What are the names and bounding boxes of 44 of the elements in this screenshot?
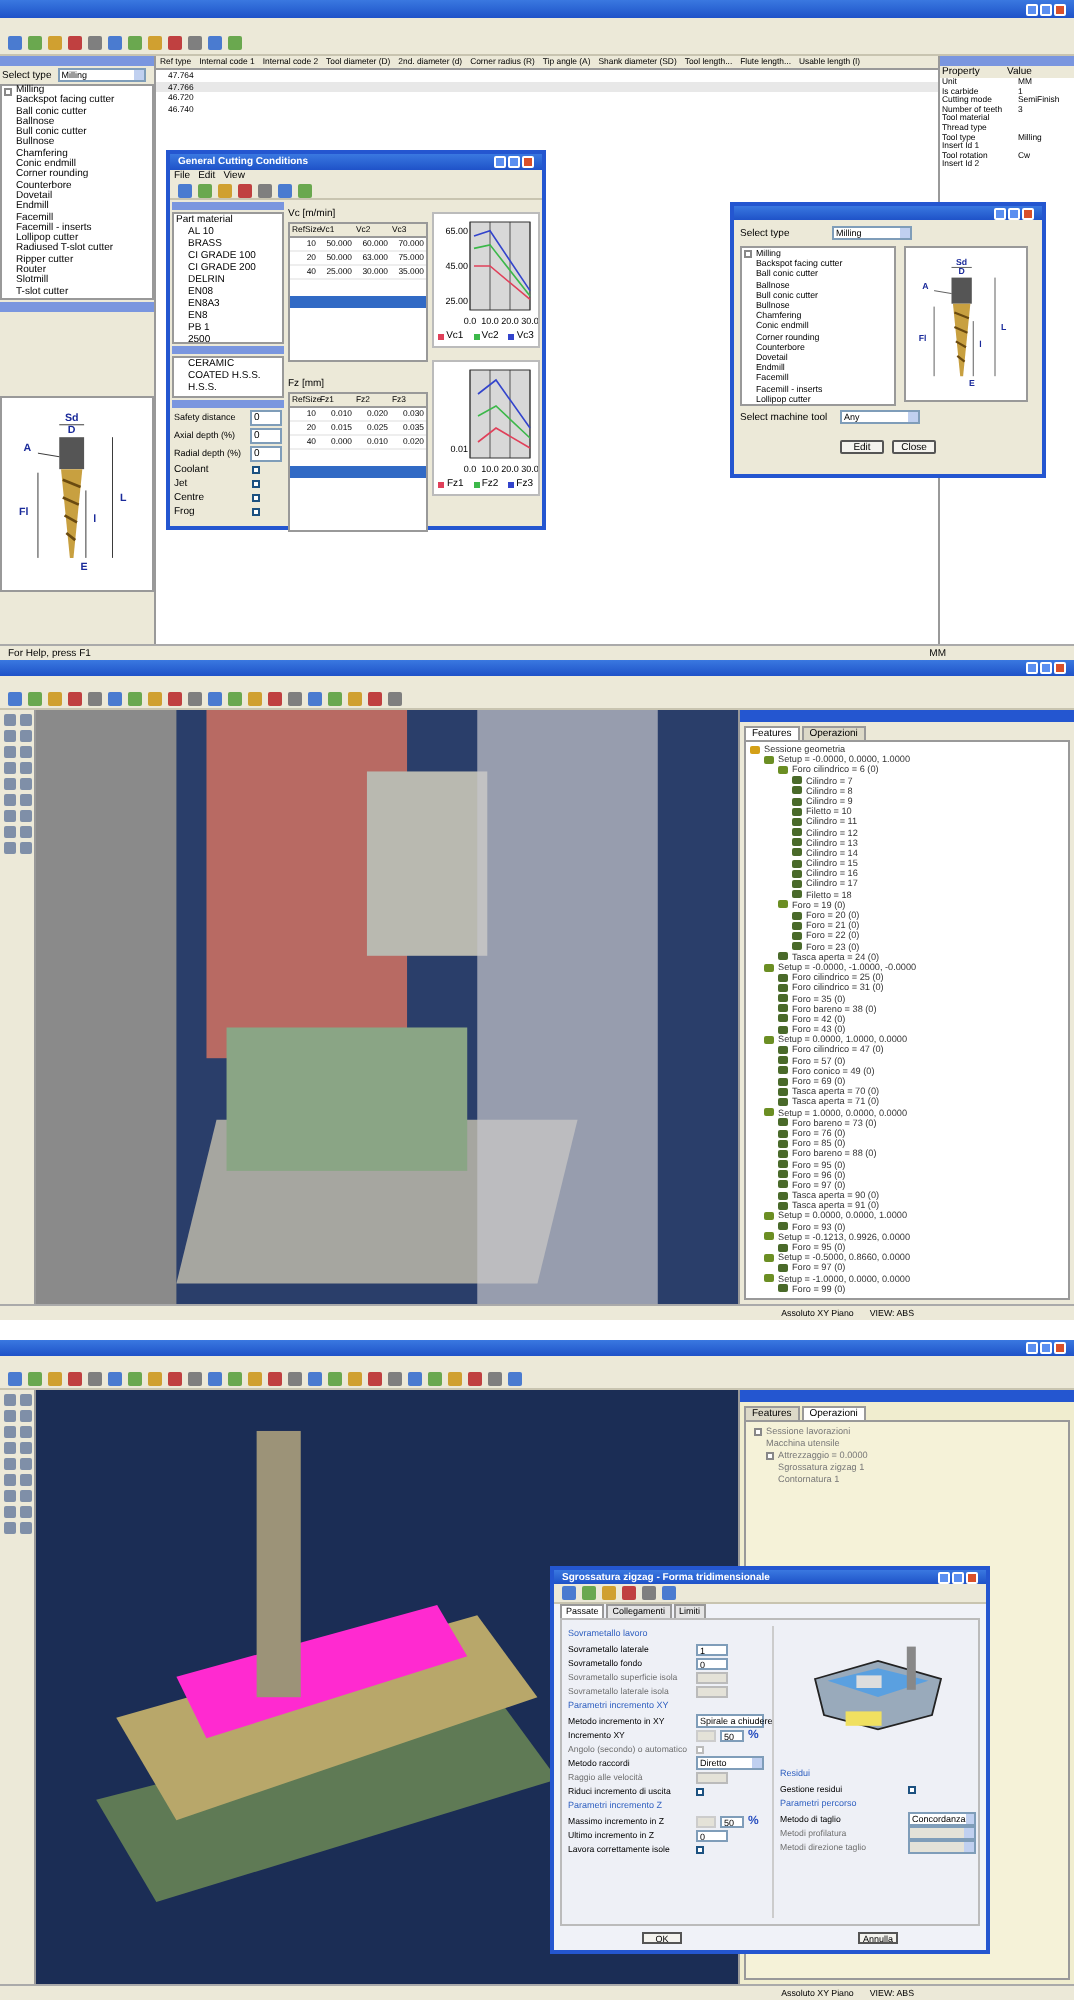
expander-icon[interactable] (4, 87, 12, 96)
feature-icon (778, 1222, 788, 1231)
panel-header (940, 56, 1074, 66)
plot-area (469, 221, 531, 311)
close-icon[interactable] (522, 156, 534, 168)
checkbox[interactable] (252, 508, 260, 516)
feature-icon (778, 1284, 788, 1293)
selected-row-highlight (290, 296, 426, 308)
maximize-icon[interactable] (508, 156, 520, 168)
maximize-icon[interactable] (952, 1571, 964, 1583)
checkbox[interactable] (252, 494, 260, 502)
close-icon[interactable] (1054, 662, 1066, 674)
maximize-icon[interactable] (1040, 3, 1052, 15)
feature-icon (778, 1263, 788, 1272)
plot-area (469, 369, 531, 459)
minimize-icon[interactable] (994, 207, 1006, 219)
maximize-icon[interactable] (1040, 1342, 1052, 1354)
close-icon[interactable] (1022, 207, 1034, 219)
checkbox[interactable] (696, 1787, 704, 1795)
minimize-icon[interactable] (494, 156, 506, 168)
minimize-icon[interactable] (1026, 3, 1038, 15)
expander-icon[interactable] (754, 1428, 762, 1436)
minimize-icon[interactable] (938, 1571, 950, 1583)
close-icon[interactable] (1054, 1342, 1066, 1354)
panel-header (172, 202, 284, 210)
expander-icon[interactable] (766, 1452, 774, 1460)
minimize-icon[interactable] (1026, 1342, 1038, 1354)
checkbox[interactable] (696, 1845, 704, 1853)
panel-header (172, 346, 284, 354)
selected-row-highlight (290, 466, 426, 478)
panel-header (172, 400, 284, 408)
close-icon[interactable] (966, 1571, 978, 1583)
spin-field[interactable] (696, 1815, 716, 1827)
maximize-icon[interactable] (1008, 207, 1020, 219)
spin-field[interactable] (696, 1729, 716, 1741)
checkbox[interactable] (908, 1785, 916, 1793)
expander-icon[interactable] (744, 249, 752, 258)
maximize-icon[interactable] (1040, 662, 1052, 674)
checkbox[interactable] (252, 466, 260, 474)
caret-icon[interactable] (133, 70, 144, 80)
close-icon[interactable] (1054, 3, 1066, 15)
checkbox[interactable] (252, 480, 260, 488)
feature-icon (778, 1243, 788, 1252)
minimize-icon[interactable] (1026, 662, 1038, 674)
